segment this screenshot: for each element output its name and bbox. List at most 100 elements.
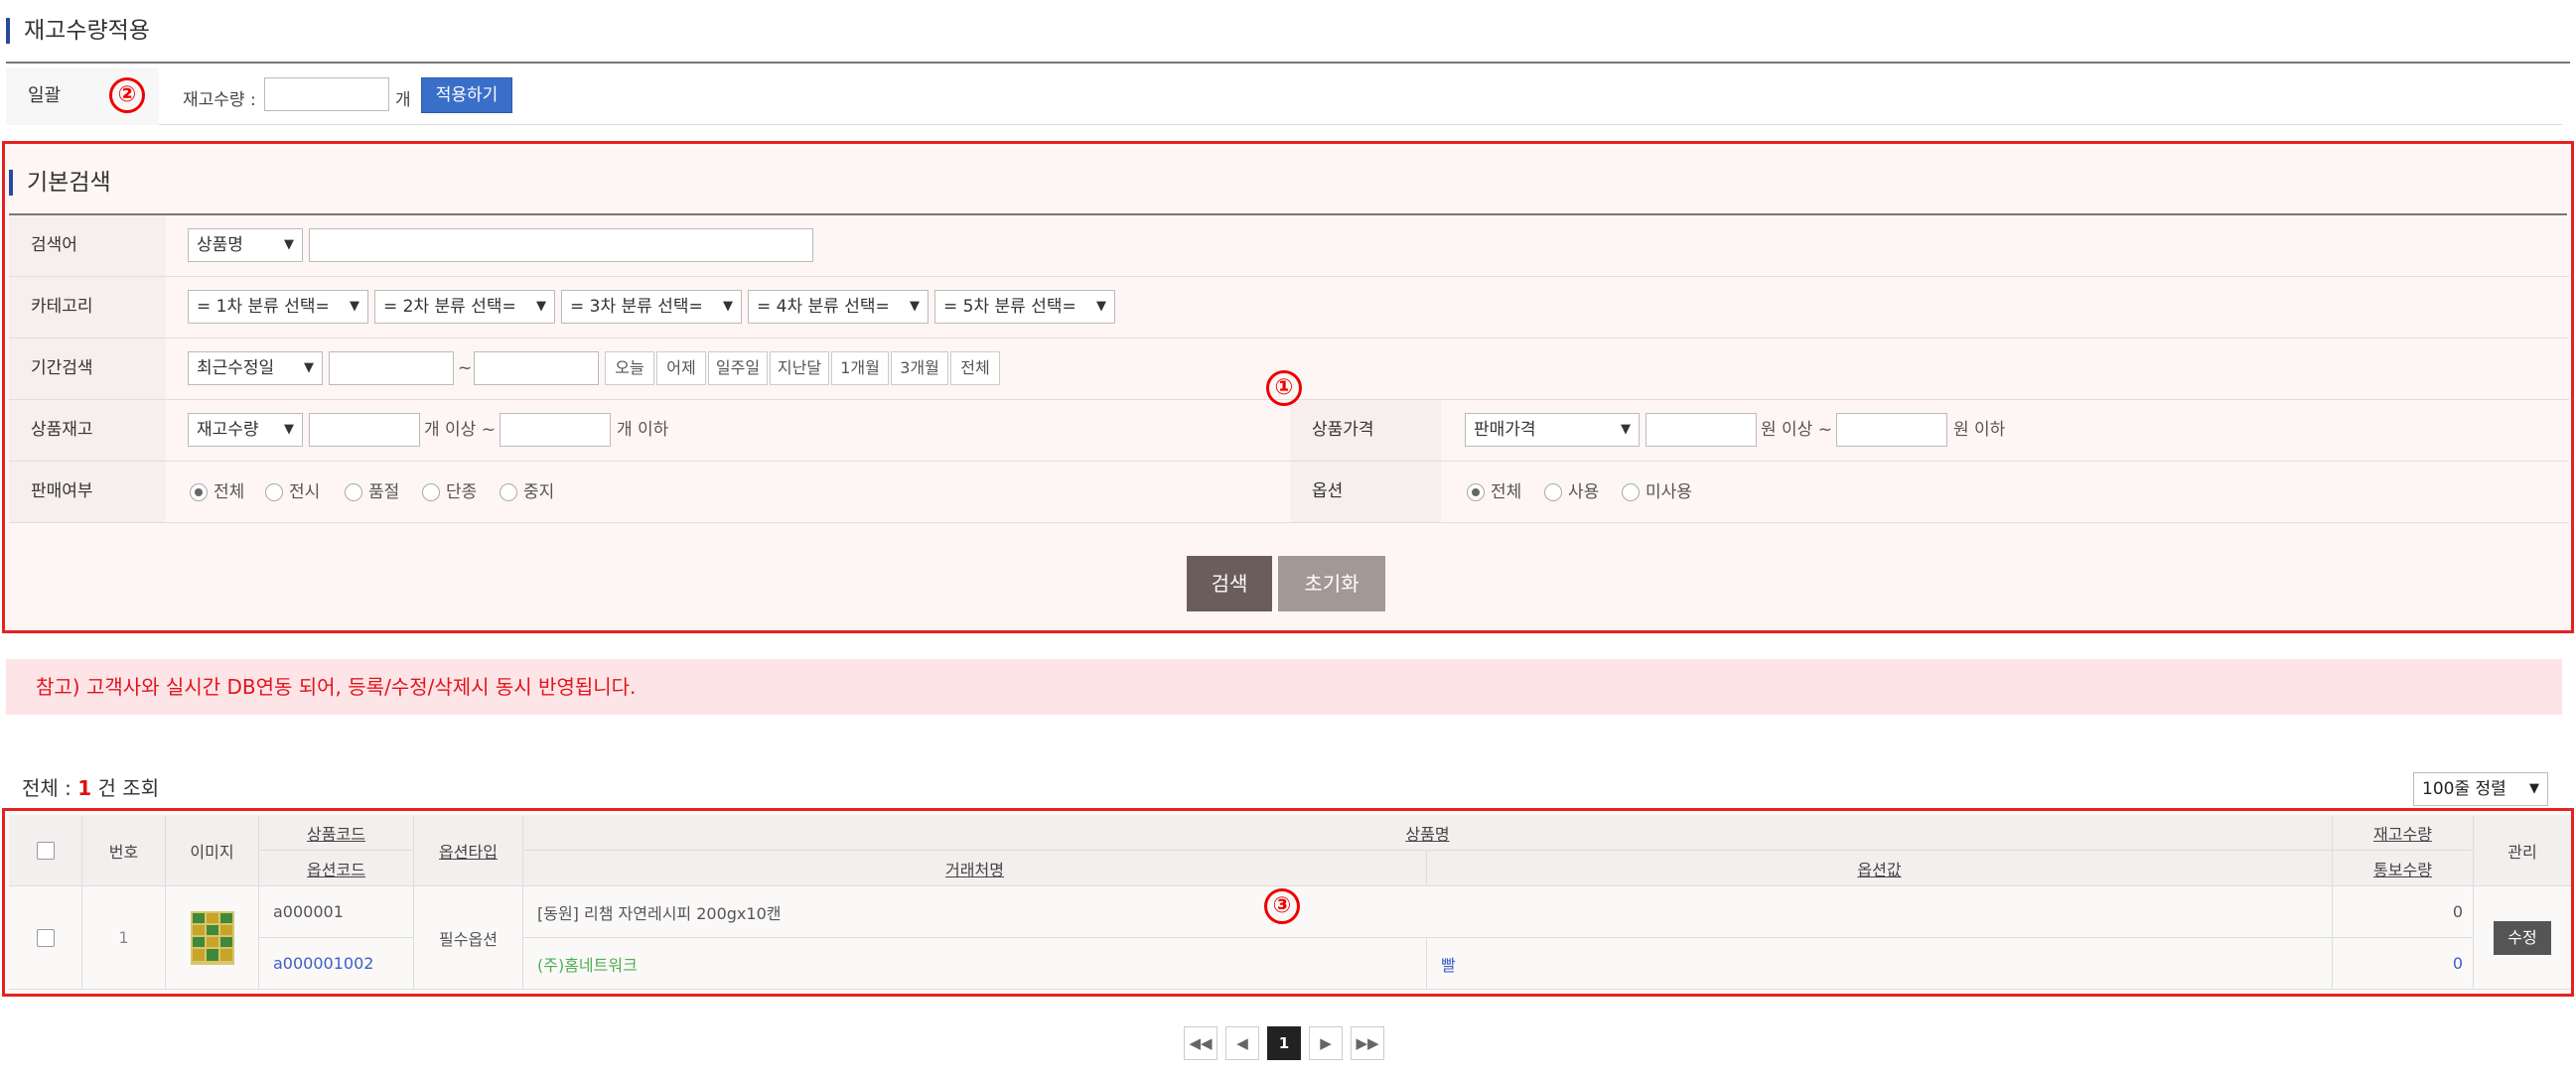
option-use-radio[interactable] [1544, 483, 1562, 501]
sale-discontinued-radio[interactable] [422, 483, 440, 501]
period-3month-button[interactable]: 3개월 [891, 351, 948, 385]
apply-button[interactable]: 적용하기 [421, 77, 512, 113]
price-min-suffix: 원 이상 ~ [1761, 420, 1832, 440]
category-select-2-value: = 2차 분류 선택= [383, 297, 516, 317]
period-label: 기간검색 [9, 338, 166, 399]
page-prev-button[interactable]: ◀ [1225, 1026, 1259, 1060]
category-select-1[interactable]: = 1차 분류 선택= ▼ [188, 290, 368, 324]
category-select-5-value: = 5차 분류 선택= [943, 297, 1076, 317]
header-image: 이미지 [166, 815, 259, 886]
bulk-qty-input[interactable] [264, 77, 389, 111]
sale-stopped-radio[interactable] [500, 483, 517, 501]
period-end-input[interactable] [474, 351, 599, 385]
sale-soldout-radio[interactable] [345, 483, 362, 501]
stock-max-input[interactable] [500, 413, 611, 447]
stock-label: 상품재고 [9, 400, 166, 461]
row-stock-qty: 0 [2333, 886, 2474, 938]
period-1month-button[interactable]: 1개월 [831, 351, 889, 385]
result-total-suffix: 건 조회 [91, 776, 160, 800]
row-image-cell [166, 886, 259, 990]
period-today-button[interactable]: 오늘 [605, 351, 654, 385]
price-min-input[interactable] [1646, 413, 1757, 447]
row-manage-cell: 수정 [2474, 886, 2571, 990]
product-thumbnail[interactable] [189, 909, 236, 967]
header-product-code[interactable]: 상품코드 [259, 815, 414, 851]
sort-select[interactable]: 100줄 정렬 ▼ [2413, 772, 2548, 806]
category-select-2[interactable]: = 2차 분류 선택= ▼ [374, 290, 555, 324]
stock-apply-divider [6, 62, 2570, 64]
header-supplier[interactable]: 거래처명 [523, 851, 1427, 886]
price-max-input[interactable] [1836, 413, 1947, 447]
result-total-prefix: 전체 : [22, 776, 78, 800]
marker-1: ① [1266, 370, 1302, 406]
stock-min-input[interactable] [309, 413, 420, 447]
period-tilde: ~ [458, 358, 473, 378]
page-first-button[interactable]: ◀◀ [1184, 1026, 1217, 1060]
header-product-name[interactable]: 상품명 [523, 815, 2333, 851]
select-all-cell [9, 815, 82, 886]
header-stock-qty[interactable]: 재고수량 [2333, 815, 2474, 851]
price-type-select[interactable]: 판매가격 ▼ [1465, 413, 1640, 447]
period-start-input[interactable] [329, 351, 454, 385]
category-select-4[interactable]: = 4차 분류 선택= ▼ [748, 290, 929, 324]
header-option-code[interactable]: 옵션코드 [259, 851, 414, 886]
category-select-3[interactable]: = 3차 분류 선택= ▼ [561, 290, 742, 324]
stock-price-row: 상품재고 재고수량 ▼ 개 이상 ~ 개 이하 상품가격 판매가격 ▼ 원 이상 ~… [9, 400, 2569, 462]
header-option-type[interactable]: 옵션타입 [414, 815, 523, 886]
row-no: 1 [82, 886, 166, 990]
row-option-code[interactable]: a000001002 [259, 938, 414, 990]
sale-option-row: 판매여부 전체 전시 품절 단종 중지 옵션 전체 사용 미사용 [9, 462, 2569, 523]
option-all-radio[interactable] [1467, 483, 1485, 501]
keyword-label: 검색어 [9, 215, 166, 276]
row-product-name: [동원] 리챔 자연레시피 200gx10캔 [523, 886, 2333, 938]
period-all-button[interactable]: 전체 [950, 351, 1000, 385]
realtime-sync-notice: 참고) 고객사와 실시간 DB연동 되어, 등록/수정/삭제시 동시 반영됩니다… [6, 659, 2562, 715]
edit-button[interactable]: 수정 [2494, 920, 2551, 955]
sale-status-label: 판매여부 [9, 462, 166, 522]
sale-discontinued-label: 단종 [446, 482, 478, 502]
keyword-field-select[interactable]: 상품명 ▼ [188, 228, 303, 262]
row-supplier: (주)홈네트워크 [523, 938, 1427, 990]
page-current[interactable]: 1 [1267, 1026, 1301, 1060]
sale-all-radio[interactable] [190, 483, 208, 501]
category-select-1-value: = 1차 분류 선택= [197, 297, 330, 317]
row-option-type: 필수옵션 [414, 886, 523, 990]
marker-3: ③ [1264, 888, 1300, 924]
row-select-cell [9, 886, 82, 990]
sale-all-label: 전체 [214, 482, 245, 502]
period-type-select[interactable]: 최근수정일 ▼ [188, 351, 323, 385]
select-all-checkbox[interactable] [36, 841, 55, 860]
keyword-input[interactable] [309, 228, 813, 262]
reset-button[interactable]: 초기화 [1278, 556, 1385, 611]
search-button[interactable]: 검색 [1187, 556, 1272, 611]
category-select-5[interactable]: = 5차 분류 선택= ▼ [934, 290, 1115, 324]
result-summary: 전체 : 1 건 조회 [22, 772, 159, 801]
stock-type-value: 재고수량 [197, 420, 259, 440]
chevron-down-icon: ▼ [284, 422, 294, 437]
option-use-label: 사용 [1568, 482, 1600, 502]
row-checkbox[interactable] [36, 928, 55, 947]
sale-stopped-label: 중지 [523, 482, 555, 502]
page-next-button[interactable]: ▶ [1309, 1026, 1343, 1060]
header-alert-qty[interactable]: 통보수량 [2333, 851, 2474, 886]
period-last-month-button[interactable]: 지난달 [770, 351, 829, 385]
result-total-count: 1 [77, 776, 92, 800]
stock-min-suffix: 개 이상 ~ [424, 420, 496, 440]
sale-display-radio[interactable] [265, 483, 283, 501]
sale-soldout-label: 품절 [368, 482, 400, 502]
keyword-field-value: 상품명 [197, 235, 243, 255]
option-unused-label: 미사용 [1646, 482, 1692, 502]
header-option-value[interactable]: 옵션값 [1427, 851, 2333, 886]
chevron-down-icon: ▼ [304, 360, 314, 375]
period-week-button[interactable]: 일주일 [708, 351, 768, 385]
period-yesterday-button[interactable]: 어제 [656, 351, 706, 385]
row-option-value: 빨 [1427, 938, 2333, 990]
category-row: 카테고리 = 1차 분류 선택= ▼ = 2차 분류 선택= ▼ = 3차 분류 선… [9, 277, 2569, 338]
stock-type-select[interactable]: 재고수량 ▼ [188, 413, 303, 447]
sort-select-value: 100줄 정렬 [2422, 779, 2506, 799]
chevron-down-icon: ▼ [2529, 781, 2539, 796]
page-last-button[interactable]: ▶▶ [1351, 1026, 1384, 1060]
chevron-down-icon: ▼ [1621, 422, 1631, 437]
price-label: 상품가격 [1290, 400, 1441, 461]
option-unused-radio[interactable] [1622, 483, 1640, 501]
